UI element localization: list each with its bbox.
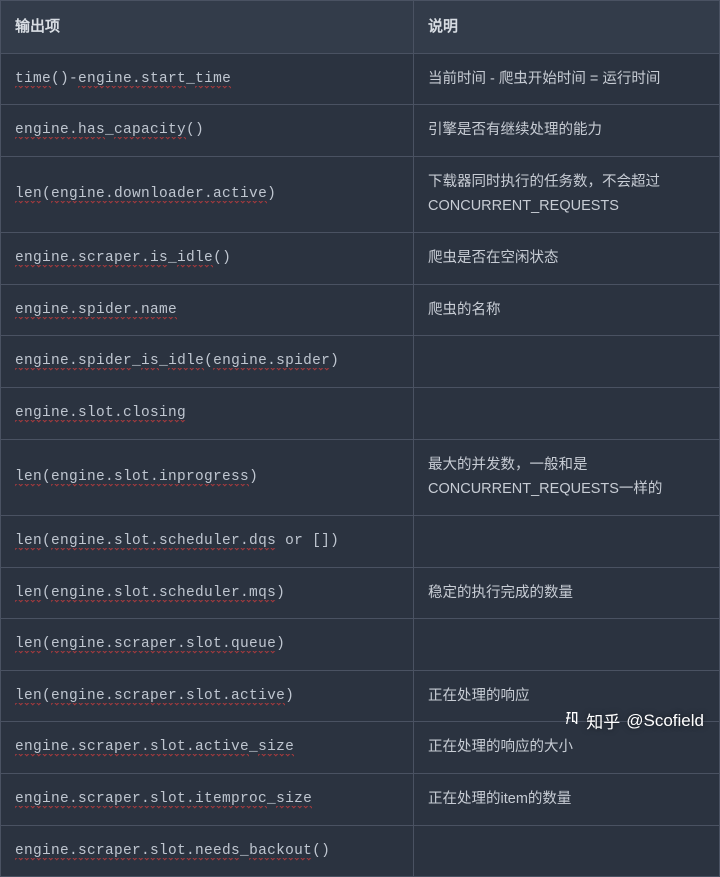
cell-output-item: engine.scraper.is_idle() <box>1 233 414 285</box>
table-row: time()-engine.start_time 当前时间 - 爬虫开始时间 = … <box>1 54 720 106</box>
cell-output-item: len(engine.slot.inprogress) <box>1 440 414 516</box>
header-output-item: 输出项 <box>1 1 414 54</box>
code-expression: engine.scraper.slot.needs_backout() <box>15 839 330 864</box>
code-expression: len(engine.downloader.active) <box>15 182 276 207</box>
cell-description: 稳定的执行完成的数量 <box>414 568 720 620</box>
code-expression: engine.scraper.slot.itemproc_size <box>15 787 312 812</box>
cell-output-item: engine.slot.closing <box>1 388 414 440</box>
code-expression: engine.spider_is_idle(engine.spider) <box>15 349 339 374</box>
code-expression: engine.scraper.is_idle() <box>15 246 231 271</box>
cell-output-item: engine.spider_is_idle(engine.spider) <box>1 336 414 388</box>
watermark-handle: @Scofield <box>626 711 704 731</box>
cell-description: 正在处理的item的数量 <box>414 774 720 826</box>
zhihu-icon <box>564 710 580 731</box>
cell-description <box>414 388 720 440</box>
table-row: engine.scraper.slot.itemproc_size 正在处理的it… <box>1 774 720 826</box>
code-expression: len(engine.slot.scheduler.mqs) <box>15 581 285 606</box>
cell-output-item: engine.scraper.slot.needs_backout() <box>1 826 414 877</box>
cell-description <box>414 619 720 671</box>
cell-description: 爬虫是否在空闲状态 <box>414 233 720 285</box>
table-row: len(engine.slot.inprogress) 最大的并发数，一般和是CO… <box>1 440 720 516</box>
code-expression: len(engine.scraper.slot.queue) <box>15 632 285 657</box>
data-table: 输出项 说明 time()-engine.start_time 当前时间 - 爬虫… <box>0 0 720 877</box>
cell-description <box>414 826 720 877</box>
cell-output-item: engine.has_capacity() <box>1 105 414 157</box>
table-header-row: 输出项 说明 <box>1 1 720 54</box>
code-expression: len(engine.scraper.slot.active) <box>15 684 294 709</box>
table-row: len(engine.downloader.active) 下载器同时执行的任务数… <box>1 157 720 233</box>
cell-output-item: engine.scraper.slot.itemproc_size <box>1 774 414 826</box>
cell-description <box>414 516 720 568</box>
code-expression: time()-engine.start_time <box>15 67 231 92</box>
cell-output-item: len(engine.slot.scheduler.dqs or []) <box>1 516 414 568</box>
cell-output-item: time()-engine.start_time <box>1 54 414 106</box>
table-row: engine.slot.closing <box>1 388 720 440</box>
code-expression: engine.spider.name <box>15 298 177 323</box>
table-row: engine.spider.name 爬虫的名称 <box>1 285 720 337</box>
cell-output-item: len(engine.downloader.active) <box>1 157 414 233</box>
code-expression: len(engine.slot.scheduler.dqs or []) <box>15 529 339 554</box>
table-row: len(engine.scraper.slot.queue) <box>1 619 720 671</box>
table-row: engine.scraper.slot.needs_backout() <box>1 826 720 877</box>
code-expression: engine.scraper.slot.active_size <box>15 735 294 760</box>
table-row: engine.spider_is_idle(engine.spider) <box>1 336 720 388</box>
watermark: 知乎 @Scofield <box>564 708 704 733</box>
cell-description: 下载器同时执行的任务数，不会超过CONCURRENT_REQUESTS <box>414 157 720 233</box>
cell-output-item: len(engine.scraper.slot.queue) <box>1 619 414 671</box>
code-expression: engine.has_capacity() <box>15 118 204 143</box>
watermark-brand: 知乎 <box>586 708 620 733</box>
cell-description <box>414 336 720 388</box>
cell-output-item: len(engine.scraper.slot.active) <box>1 671 414 723</box>
table-row: engine.scraper.is_idle() 爬虫是否在空闲状态 <box>1 233 720 285</box>
cell-description: 当前时间 - 爬虫开始时间 = 运行时间 <box>414 54 720 106</box>
code-expression: len(engine.slot.inprogress) <box>15 465 258 490</box>
table-row: len(engine.slot.scheduler.mqs) 稳定的执行完成的数量 <box>1 568 720 620</box>
cell-output-item: len(engine.slot.scheduler.mqs) <box>1 568 414 620</box>
cell-output-item: engine.scraper.slot.active_size <box>1 722 414 774</box>
cell-description: 最大的并发数，一般和是CONCURRENT_REQUESTS一样的 <box>414 440 720 516</box>
header-description: 说明 <box>414 1 720 54</box>
table-row: len(engine.slot.scheduler.dqs or []) <box>1 516 720 568</box>
table-row: engine.has_capacity() 引擎是否有继续处理的能力 <box>1 105 720 157</box>
cell-output-item: engine.spider.name <box>1 285 414 337</box>
code-expression: engine.slot.closing <box>15 401 186 426</box>
cell-description: 引擎是否有继续处理的能力 <box>414 105 720 157</box>
cell-description: 爬虫的名称 <box>414 285 720 337</box>
